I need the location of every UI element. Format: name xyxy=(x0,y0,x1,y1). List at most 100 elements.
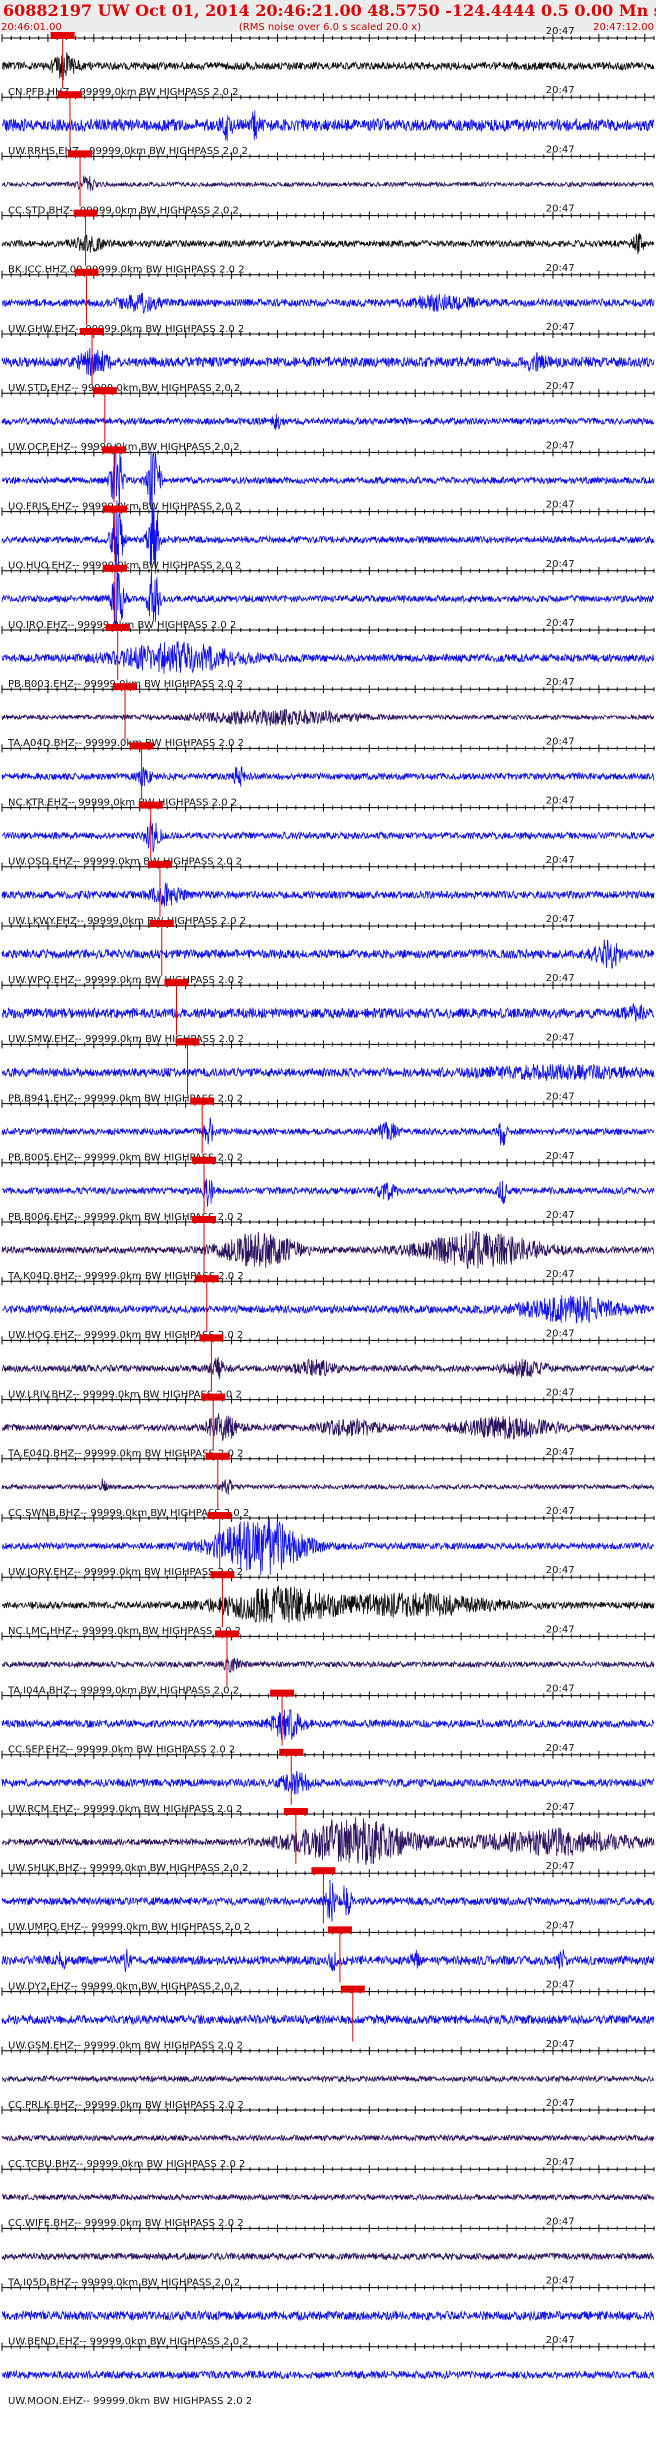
trace-label: UW.LKWY.EHZ-- 99999.0km BW HIGHPASS 2.0 … xyxy=(8,916,246,927)
minute-label: 20:47 xyxy=(546,2157,575,2168)
minute-label: 20:47 xyxy=(546,1565,575,1576)
pick-flag xyxy=(147,860,172,868)
trace-label: UW.DY2.EHZ-- 99999.0km BW HIGHPASS 2.0 2 xyxy=(8,1981,240,1992)
pick-flag xyxy=(279,1748,304,1756)
minute-label: 20:47 xyxy=(546,1210,575,1221)
pick-flag xyxy=(73,209,98,217)
pick-flag xyxy=(210,1571,235,1579)
trace-label: CC.TCBU.BHZ-- 99999.0km BW HIGHPASS 2.0 … xyxy=(8,2159,245,2170)
minute-label: 20:47 xyxy=(546,2216,575,2227)
minute-label: 20:47 xyxy=(546,263,575,274)
pick-flag xyxy=(192,1156,217,1164)
waveform-line xyxy=(1,2074,655,2083)
trace-label: UW.RRHS.EHZ-- 99999.0km BW HIGHPASS 2.0 … xyxy=(8,146,248,157)
minute-label: 20:47 xyxy=(546,618,575,629)
pick-flag xyxy=(207,1512,232,1519)
trace-label: NC.LMC.HHZ-- 99999.0km BW HIGHPASS 2.0 2 xyxy=(8,1626,241,1637)
minute-label: 20:47 xyxy=(546,1328,575,1339)
pick-flag xyxy=(199,1334,224,1342)
pick-flag xyxy=(68,150,93,158)
waveform-line xyxy=(1,1770,655,1795)
pick-flag xyxy=(57,91,82,99)
waveform-line xyxy=(1,1657,655,1674)
trace-label: TA.I05D.BHZ-- 99999.0km BW HIGHPASS 2.0 … xyxy=(7,2277,240,2288)
trace-label: TA.A04D.BHZ-- 99999.0km BW HIGHPASS 2.0 … xyxy=(7,738,244,749)
minute-label: 20:47 xyxy=(546,381,575,392)
waveform-line xyxy=(1,766,655,787)
trace-label: UW.RCM.EHZ-- 99999.0km BW HIGHPASS 2.0 2 xyxy=(8,1804,242,1815)
trace-stack: 20:47CN.PFB.HHZ-- 99999.0km BW HIGHPASS … xyxy=(1,26,655,2407)
waveform-line xyxy=(1,1709,655,1741)
waveform-line xyxy=(1,292,655,314)
waveform-line xyxy=(1,2309,655,2322)
trace-label: UW.UMPQ.EHZ-- 99999.0km BW HIGHPASS 2.0 … xyxy=(8,1922,250,1933)
minute-label: 20:47 xyxy=(546,973,575,984)
minute-label: 20:47 xyxy=(546,2098,575,2109)
waveform-line xyxy=(1,640,655,674)
start-time: 20:46:01.00 xyxy=(1,22,62,33)
pick-flag xyxy=(327,1926,352,1934)
waveform-line xyxy=(1,820,655,853)
waveform-line xyxy=(1,1295,655,1324)
trace-label: UW.SMW.EHZ-- 99999.0km BW HIGHPASS 2.0 2 xyxy=(8,1034,244,1045)
minute-label: 20:47 xyxy=(546,1743,575,1754)
pick-flag xyxy=(164,979,189,987)
waveform-line xyxy=(1,1948,655,1973)
trace-label: UW.STD.EHZ-- 99999.0km BW HIGHPASS 2.0 2 xyxy=(8,383,240,394)
minute-label: 20:47 xyxy=(546,144,575,155)
minute-label: 20:47 xyxy=(546,914,575,925)
waveform-line xyxy=(1,939,655,969)
trace-label: UW.JORV.EHZ-- 99999.0km BW HIGHPASS 2.0 … xyxy=(8,1567,243,1578)
minute-label: 20:47 xyxy=(546,1506,575,1517)
minute-label: 20:47 xyxy=(546,1269,575,1280)
minute-label: 20:47 xyxy=(546,677,575,688)
minute-label: 20:47 xyxy=(546,1861,575,1872)
minute-label: 20:47 xyxy=(546,500,575,511)
minute-label: 20:47 xyxy=(546,1920,575,1931)
waveform-line xyxy=(1,2133,655,2143)
pick-flag xyxy=(105,624,130,631)
waveform-line xyxy=(1,1230,655,1269)
minute-label: 20:47 xyxy=(546,322,575,333)
minute-label: 20:47 xyxy=(546,1447,575,1458)
pick-flag xyxy=(214,1630,239,1638)
trace-label: CC.PRLK.BHZ-- 99999.0km BW HIGHPASS 2.0 … xyxy=(8,2100,244,2111)
minute-label: 20:47 xyxy=(546,2276,575,2287)
minute-label: 20:47 xyxy=(546,2039,575,2050)
waveform-line xyxy=(1,2192,655,2202)
trace-label: NC.KTR.EHZ-- 99999.0km BW HIGHPASS 2.0 2 xyxy=(8,797,237,808)
pick-flag xyxy=(190,1097,215,1105)
trace-label: UW.WPO.EHZ-- 99999.0km BW HIGHPASS 2.0 2 xyxy=(8,975,244,986)
waveform-line xyxy=(1,1478,655,1495)
minute-label: 20:47 xyxy=(546,736,575,747)
waveform-line xyxy=(1,110,655,142)
minute-label: 20:47 xyxy=(546,440,575,451)
minute-label: 20:47 xyxy=(546,1684,575,1695)
waveform-line xyxy=(1,2251,655,2262)
pick-flag xyxy=(205,1452,230,1460)
minute-label: 20:47 xyxy=(546,855,575,866)
minute-label: 20:47 xyxy=(546,1802,575,1813)
pick-flag xyxy=(283,1808,308,1815)
seismogram-chart: 60882197 UW Oct 01, 2014 20:46:21.00 48.… xyxy=(0,0,656,2407)
pick-flag xyxy=(340,1985,365,1993)
waveform-line xyxy=(1,1585,655,1624)
waveform-line xyxy=(1,1117,655,1146)
waveform-line xyxy=(1,882,655,907)
trace-label: CC.WIFE.BHZ-- 99999.0km BW HIGHPASS 2.0 … xyxy=(8,2218,244,2229)
pick-flag xyxy=(74,268,99,276)
pick-flag xyxy=(149,920,174,927)
pick-flag xyxy=(175,1038,200,1046)
minute-label: 20:47 xyxy=(546,796,575,807)
pick-flag xyxy=(129,742,154,750)
waveform-line xyxy=(1,347,655,377)
waveform-line xyxy=(1,1063,655,1082)
pick-flag xyxy=(50,32,75,39)
waveform-line xyxy=(1,175,654,191)
waveform-line xyxy=(1,1817,655,1865)
pick-flag xyxy=(201,1393,226,1401)
minute-label: 20:47 xyxy=(546,204,575,215)
trace-label: UW.BEND.EHZ-- 99999.0km BW HIGHPASS 2.0 … xyxy=(8,2337,249,2348)
end-time: 20:47:12.00 xyxy=(593,22,654,33)
minute-label: 20:47 xyxy=(546,26,575,37)
